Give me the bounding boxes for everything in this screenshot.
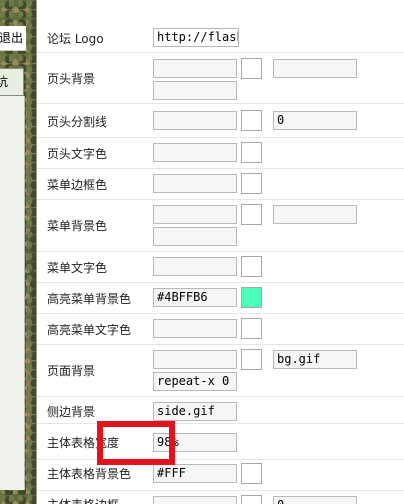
menu-bg-repeat-input[interactable] (153, 227, 237, 246)
highlight-menu-text-swatch[interactable] (241, 318, 262, 339)
row-main-table-bg: 主体表格背景色 #FFF (37, 460, 404, 491)
sidebar-panel (0, 96, 25, 490)
annotation-highlight-box (97, 421, 175, 465)
menu-text-color-input[interactable] (153, 257, 237, 276)
main-table-border-swatch[interactable] (241, 495, 262, 504)
row-label: 主体表格边框 (47, 496, 119, 504)
row-label: 侧边背景 (47, 405, 96, 419)
header-text-color-input[interactable] (153, 143, 237, 162)
header-divider-color-input[interactable] (153, 111, 237, 130)
sidebar-tab[interactable]: 坑 (0, 68, 24, 96)
row-highlight-menu-text: 高亮菜单文字色 (37, 314, 404, 345)
page-bg-color-swatch[interactable] (241, 349, 262, 370)
row-main-table-width: 主体表格宽度 98% (37, 424, 404, 460)
row-label: 高亮菜单背景色 (47, 292, 132, 306)
row-page-bg: 页面背景 bg.gif repeat-x 0 0 (37, 345, 404, 397)
row-label: 菜单背景色 (47, 219, 108, 233)
header-bg-color-swatch[interactable] (241, 58, 262, 79)
row-highlight-menu-bg: 高亮菜单背景色 #4BFFB6 (37, 283, 404, 314)
header-divider-swatch[interactable] (241, 110, 262, 131)
highlight-menu-bg-input[interactable]: #4BFFB6 (153, 288, 237, 307)
highlight-menu-text-input[interactable] (153, 319, 237, 338)
row-side-bg: 侧边背景 side.gif (37, 397, 404, 424)
row-label: 高亮菜单文字色 (47, 323, 132, 337)
header-bg-color-input[interactable] (153, 59, 237, 78)
row-label: 页头分割线 (47, 115, 108, 129)
page-bg-repeat-input[interactable]: repeat-x 0 0 (153, 372, 237, 391)
menu-border-color-input[interactable] (153, 174, 237, 193)
row-menu-border-color: 菜单边框色 (37, 169, 404, 200)
menu-bg-color-swatch[interactable] (241, 204, 262, 225)
highlight-menu-bg-swatch[interactable] (241, 287, 262, 308)
main-table-bg-swatch[interactable] (241, 463, 262, 484)
row-header-bg: 页头背景 (37, 53, 404, 104)
row-label: 论坛 Logo (47, 32, 104, 46)
side-bg-input[interactable]: side.gif (153, 402, 237, 421)
row-main-table-border: 主体表格边框 0 (37, 491, 404, 504)
header-bg-image-input[interactable] (273, 59, 357, 78)
row-menu-text-color: 菜单文字色 (37, 252, 404, 283)
logo-input[interactable]: http://flashro (153, 28, 239, 47)
row-label: 页面背景 (47, 364, 96, 378)
page-bg-image-input[interactable]: bg.gif (273, 350, 357, 369)
header-text-color-swatch[interactable] (241, 142, 262, 163)
page-bg-color-input[interactable] (153, 350, 237, 369)
menu-bg-color-input[interactable] (153, 205, 237, 224)
row-header-text-color: 页头文字色 (37, 138, 404, 169)
main-table-border-width-input[interactable]: 0 (273, 496, 357, 504)
row-label: 页头背景 (47, 72, 96, 86)
header-divider-width-input[interactable]: 0 (273, 111, 357, 130)
row-label: 页头文字色 (47, 147, 108, 161)
row-header-divider: 页头分割线 0 (37, 104, 404, 138)
main-table-border-input[interactable] (153, 496, 237, 504)
row-label: 菜单边框色 (47, 178, 108, 192)
row-label: 菜单文字色 (47, 261, 108, 275)
menu-bg-image-input[interactable] (273, 205, 357, 224)
row-menu-bg-color: 菜单背景色 (37, 200, 404, 252)
row-label: 主体表格背景色 (47, 467, 132, 481)
menu-border-color-swatch[interactable] (241, 173, 262, 194)
logout-button[interactable]: 退出 (0, 26, 26, 51)
main-table-bg-input[interactable]: #FFF (153, 464, 237, 483)
menu-text-color-swatch[interactable] (241, 256, 262, 277)
settings-form: 论坛 Logo http://flashro 页头背景 页头分割线 0 页头文字… (37, 0, 404, 504)
row-logo: 论坛 Logo http://flashro (37, 24, 404, 53)
header-bg-repeat-input[interactable] (153, 81, 237, 100)
